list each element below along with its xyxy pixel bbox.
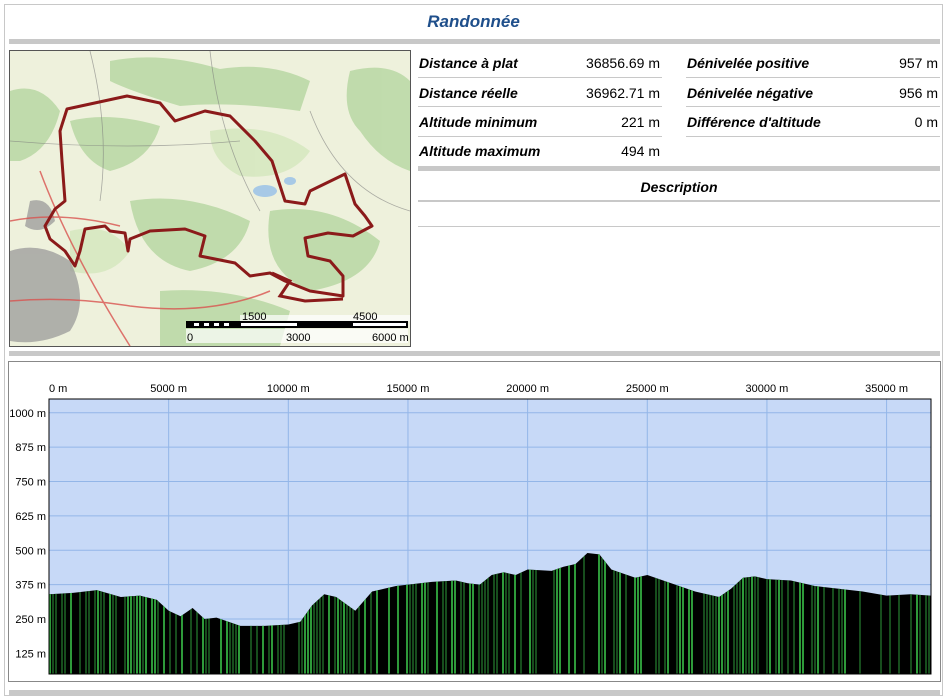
y-tick-label: 625 m <box>15 511 46 523</box>
stat-value-altitude-max: 494 m <box>621 143 660 159</box>
description-header-line <box>418 200 940 202</box>
row-divider <box>418 77 662 78</box>
page-title: Randonnée <box>427 12 520 31</box>
stat-value-distance-real: 36962.71 m <box>586 85 660 101</box>
profile-divider <box>9 351 940 356</box>
stat-label-distance-flat: Distance à plat <box>419 55 518 71</box>
x-tick-label: 0 m <box>49 383 67 395</box>
description-divider <box>418 166 940 171</box>
scale-label-1500: 1500 <box>242 311 266 323</box>
y-tick-label: 375 m <box>15 580 46 592</box>
stat-label-elevation-loss: Dénivelée négative <box>687 85 814 101</box>
y-tick-label: 875 m <box>15 442 46 454</box>
y-tick-label: 125 m <box>15 648 46 660</box>
route-map[interactable]: 1500 4500 0 3000 6000 m <box>9 50 411 347</box>
x-tick-label: 15000 m <box>387 383 430 395</box>
stat-value-elevation-loss: 956 m <box>899 85 938 101</box>
stat-value-distance-flat: 36856.69 m <box>586 55 660 71</box>
y-tick-label: 1000 m <box>9 408 46 420</box>
stat-value-altitude-diff: 0 m <box>914 114 938 130</box>
row-divider <box>686 77 940 78</box>
elevation-chart: 0 m 5000 m 10000 m 15000 m 20000 m 25000 m 300… <box>9 383 932 675</box>
description-bottom-line <box>418 226 940 227</box>
description-title: Description <box>640 179 718 195</box>
y-tick-label: 250 m <box>15 614 46 626</box>
stat-label-distance-real: Distance réelle <box>419 85 518 101</box>
x-tick-label: 35000 m <box>865 383 908 395</box>
y-tick-label: 750 m <box>15 477 46 489</box>
stat-label-altitude-diff: Différence d'altitude <box>687 114 821 130</box>
scale-label-6000: 6000 m <box>372 332 409 344</box>
stat-label-altitude-min: Altitude minimum <box>419 114 538 130</box>
row-divider <box>418 136 662 137</box>
stat-label-altitude-max: Altitude maximum <box>419 143 541 159</box>
map-canvas: 1500 4500 0 3000 6000 m <box>10 51 410 346</box>
x-tick-label: 10000 m <box>267 383 310 395</box>
row-divider <box>686 136 940 137</box>
scale-label-0: 0 <box>187 332 193 344</box>
stat-label-elevation-gain: Dénivelée positive <box>687 55 810 71</box>
scale-label-4500: 4500 <box>353 311 377 323</box>
title-divider <box>9 39 940 44</box>
row-divider <box>686 106 940 107</box>
x-tick-label: 30000 m <box>746 383 789 395</box>
x-tick-label: 20000 m <box>506 383 549 395</box>
stat-value-elevation-gain: 957 m <box>899 55 938 71</box>
bottom-divider <box>9 690 940 695</box>
elevation-profile[interactable]: 0 m 5000 m 10000 m 15000 m 20000 m 25000 m 300… <box>8 361 941 682</box>
scale-label-3000: 3000 <box>286 332 310 344</box>
row-divider <box>418 106 662 107</box>
x-tick-label: 5000 m <box>150 383 187 395</box>
x-tick-label: 25000 m <box>626 383 669 395</box>
y-tick-label: 500 m <box>15 545 46 557</box>
stat-value-altitude-min: 221 m <box>621 114 660 130</box>
